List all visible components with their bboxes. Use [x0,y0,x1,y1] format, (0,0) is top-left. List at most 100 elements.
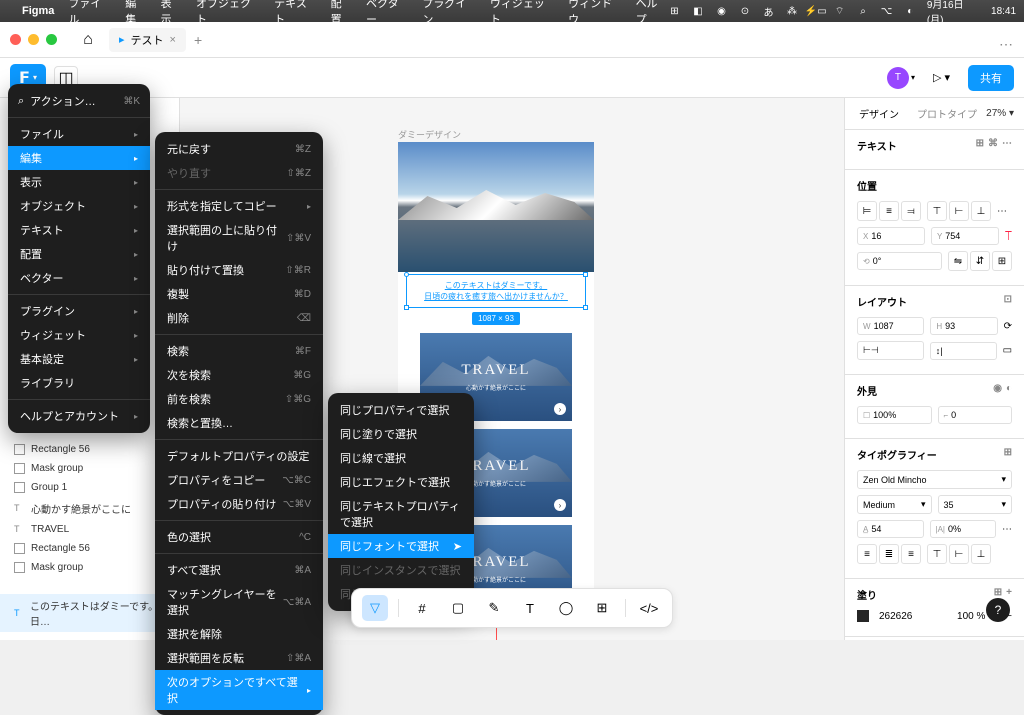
opacity-field[interactable]: ☐100% [857,406,932,424]
select-all[interactable]: すべて選択⌘A [155,558,323,582]
resize-handle[interactable] [583,272,588,277]
menu-edit[interactable]: 編集▸ [8,146,150,170]
select-matching[interactable]: マッチングレイヤーを選択⌥⌘A [155,582,323,622]
zoom-dropdown[interactable]: 27% ▾ [986,108,1014,119]
menubar-date[interactable]: 9月16日 (月) [927,0,981,26]
tray-icon-3[interactable]: ⊙ [738,4,752,18]
battery-icon[interactable]: ⚡▭ [809,4,823,18]
close-window-button[interactable] [10,34,21,45]
font-size-field[interactable]: 35▾ [938,495,1013,514]
align-left-button[interactable]: ⊨ [857,201,877,221]
flip-h-button[interactable]: ⇋ [948,251,968,271]
resize-field[interactable]: ↕| [930,342,997,360]
shape-tool[interactable]: ▢ [445,595,471,621]
actions-search[interactable]: ⌕アクション…⌘K [8,89,150,113]
menu-plugins[interactable]: プラグイン [422,0,475,27]
menu-plugins[interactable]: プラグイン▸ [8,299,150,323]
tray-ime-icon[interactable]: あ [762,4,776,18]
fill-opacity[interactable]: 100 % [957,611,985,622]
resize-more-icon[interactable]: ▭ [1003,345,1012,356]
layer-item[interactable]: Rectangle 56 [0,440,179,459]
menu-text[interactable]: テキスト [274,0,316,27]
text-align-left[interactable]: ≡ [857,544,877,564]
card-arrow-button[interactable]: › [554,499,566,511]
redo[interactable]: やり直す⇧⌘Z [155,161,323,185]
align-center-button[interactable]: ≡ [879,201,899,221]
align-right-button[interactable]: ⫤ [901,201,921,221]
more-align-icon[interactable]: ⋯ [997,206,1007,217]
file-tab[interactable]: ▸ テスト × [109,28,186,52]
add-tab-button[interactable]: + [194,32,202,48]
layer-item[interactable]: T心動かす絶景がここに [0,497,179,520]
menu-edit[interactable]: 編集 [125,0,146,27]
present-button[interactable]: ▷ ▾ [925,67,958,88]
add-fill-icon[interactable]: + [1006,587,1012,602]
invert-selection[interactable]: 選択範囲を反転⇧⌘A [155,646,323,670]
move-tool[interactable]: ▽ [362,595,388,621]
text-valign-top[interactable]: ⊤ [927,544,947,564]
width-field[interactable]: W1087 [857,317,924,335]
paste-props[interactable]: プロパティの貼り付け⌥⌘V [155,492,323,516]
copy-props[interactable]: プロパティをコピー⌥⌘C [155,468,323,492]
zoom-window-button[interactable] [46,34,57,45]
blend-icon[interactable]: ◐ [1006,383,1012,398]
select-same-effect[interactable]: 同じエフェクトで選択 [328,470,474,494]
menu-arrange[interactable]: 配置▸ [8,242,150,266]
letter-spacing-field[interactable]: |A|0% [930,520,997,538]
find[interactable]: 検索⌘F [155,339,323,363]
constrain-icon[interactable]: ⟳ [1004,321,1012,332]
select-same-fill[interactable]: 同じ塗りで選択 [328,422,474,446]
menu-view[interactable]: 表示 [161,0,182,27]
help-button[interactable]: ? [986,598,1010,622]
fill-hex[interactable]: 262626 [879,611,912,622]
menu-vector[interactable]: ベクター [366,0,408,27]
minimize-window-button[interactable] [28,34,39,45]
default-props[interactable]: デフォルトプロパティの設定 [155,444,323,468]
text-align-center[interactable]: ≣ [879,544,899,564]
select-same-instance[interactable]: 同じインスタンスで選択 [328,558,474,582]
delete[interactable]: 削除⌫ [155,306,323,330]
font-weight-field[interactable]: Medium▾ [857,495,932,514]
text-tool[interactable]: T [517,595,543,621]
select-same-props[interactable]: 同じプロパティで選択 [328,398,474,422]
selected-text-layer[interactable]: このテキストはダミーです。 日頃の疲れを癒す旅へ出かけませんか？ [406,274,586,308]
link-icon[interactable]: ⌘ [988,138,998,153]
home-tab[interactable]: ⌂ [75,27,101,53]
share-button[interactable]: 共有 [968,65,1014,91]
layer-item[interactable]: Mask group [0,459,179,478]
siri-icon[interactable]: ◐ [903,4,917,18]
user-avatar[interactable]: T [887,67,909,89]
wifi-icon[interactable]: ⌔ [833,4,847,18]
abs-position-icon[interactable]: ⟙ [1005,229,1012,244]
menu-file[interactable]: ファイル▸ [8,122,150,146]
select-same-text-props[interactable]: 同じテキストプロパティで選択 [328,494,474,534]
control-center-icon[interactable]: ⌥ [880,4,894,18]
menu-text[interactable]: テキスト▸ [8,218,150,242]
hug-field[interactable]: ⊢⊣ [857,341,924,360]
text-valign-bot[interactable]: ⊥ [971,544,991,564]
duplicate[interactable]: 複製⌘D [155,282,323,306]
menu-arrange[interactable]: 配置 [331,0,352,27]
type-settings-icon[interactable]: ⊞ [1004,447,1012,462]
layer-item-selected[interactable]: Tこのテキストはダミーです。日… [0,594,179,632]
pick-color[interactable]: 色の選択^C [155,525,323,549]
chevron-down-icon[interactable]: ▾ [911,73,915,82]
resize-handle[interactable] [404,272,409,277]
text-align-right[interactable]: ≡ [901,544,921,564]
layer-item[interactable]: Mask group [0,558,179,577]
height-field[interactable]: H93 [930,317,997,335]
menu-object[interactable]: オブジェクト [196,0,260,27]
tray-icon-1[interactable]: ⊞ [668,4,682,18]
x-field[interactable]: X16 [857,227,925,245]
more-icon[interactable]: ⋯ [1002,138,1012,153]
type-more-icon[interactable]: ⋯ [1002,524,1012,535]
comment-tool[interactable]: ◯ [553,595,579,621]
component-icon[interactable]: ⊞ [976,138,984,153]
pen-tool[interactable]: ✎ [481,595,507,621]
flip-v-button[interactable]: ⇵ [970,251,990,271]
select-same-font[interactable]: 同じフォントで選択➤ [328,534,474,558]
menu-help-account[interactable]: ヘルプとアカウント▸ [8,404,150,428]
align-top-button[interactable]: ⊤ [927,201,947,221]
tray-icon-2[interactable]: ◧ [691,4,705,18]
line-height-field[interactable]: A̲54 [857,520,924,538]
